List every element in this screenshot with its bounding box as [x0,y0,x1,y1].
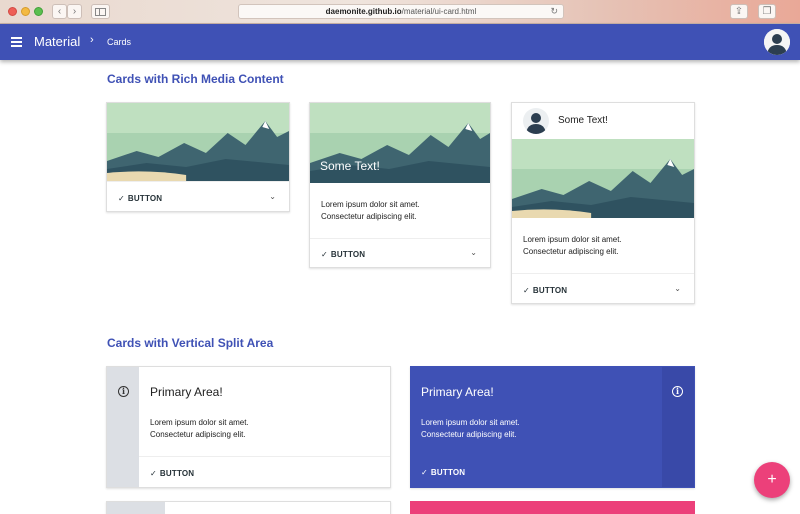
chevron-down-icon[interactable]: ⌄ [269,192,276,201]
share-icon: ⇪ [734,6,744,17]
url-path: /material/ui-card.html [401,7,477,16]
rich-media-card-3: Some Text! Lorem ipsum dolor sit amet. C… [511,102,695,304]
split-card-text: Lorem ipsum dolor sit amet. Consectetur … [421,418,520,439]
split-card-text: Lorem ipsum dolor sit amet. Consectetur … [150,418,249,439]
chevron-left-icon: ‹ [57,6,62,17]
minimize-window-button[interactable] [21,7,30,16]
card-button[interactable]: ✓ BUTTON [118,194,162,203]
check-icon: ✓ [150,469,157,478]
card-header-text: Some Text! [558,115,608,126]
info-icon[interactable]: i [118,386,129,397]
card-actions: ✓ BUTTON ⌄ [107,181,289,211]
tabs-icon: ❐ [762,6,772,17]
close-window-button[interactable] [8,7,17,16]
card-text: Lorem ipsum dolor sit amet. Consectetur … [523,235,622,256]
check-icon: ✓ [118,194,125,203]
card-actions: ✓ BUTTON [411,456,662,487]
back-button[interactable]: ‹ [52,4,67,19]
section-title-vertical-split: Cards with Vertical Split Area [107,336,274,350]
card-actions: ✓ BUTTON [139,456,390,487]
split-side-area [107,367,139,487]
chevron-down-icon[interactable]: ⌄ [674,284,681,293]
app-bar: Material › Cards [0,24,800,60]
rich-media-card-1: ✓ BUTTON ⌄ [106,102,290,212]
section-title-rich-media: Cards with Rich Media Content [107,72,284,86]
chevron-down-icon[interactable]: ⌄ [470,248,477,257]
zoom-window-button[interactable] [34,7,43,16]
menu-icon[interactable] [11,37,22,47]
breadcrumb-separator: › [90,34,94,46]
plus-icon: + [767,471,777,488]
card-image [512,139,694,218]
info-icon[interactable]: i [672,386,683,397]
chevron-right-icon: › [72,6,77,17]
sidebar-icon [95,8,106,16]
breadcrumb[interactable]: Cards [107,37,131,47]
card-text: Lorem ipsum dolor sit amet. Consectetur … [321,200,420,221]
user-icon [764,29,790,55]
add-fab-button[interactable]: + [754,462,790,498]
split-side-area [662,367,694,487]
card-actions: ✓ BUTTON ⌄ [512,273,694,303]
avatar [523,108,549,134]
split-card-next-accent [410,501,695,514]
rich-media-card-2: Some Text! Lorem ipsum dolor sit amet. C… [309,102,491,268]
split-card-light: i Primary Area! Lorem ipsum dolor sit am… [106,366,391,488]
share-button[interactable]: ⇪ [730,4,748,19]
card-actions: ✓ BUTTON ⌄ [310,238,490,267]
card-overlay-title: Some Text! [320,159,380,173]
card-button[interactable]: ✓ BUTTON [421,468,465,477]
url-host: daemonite.github.io [325,7,402,16]
split-card-primary: i Primary Area! Lorem ipsum dolor sit am… [410,366,695,488]
tabs-button[interactable]: ❐ [758,4,776,19]
browser-toolbar: ‹ › daemonite.github.io/material/ui-card… [0,0,800,24]
check-icon: ✓ [321,250,328,259]
user-icon [526,113,546,134]
card-image [107,103,289,181]
card-button[interactable]: ✓ BUTTON [321,250,365,259]
check-icon: ✓ [421,468,428,477]
card-button[interactable]: ✓ BUTTON [523,286,567,295]
check-icon: ✓ [523,286,530,295]
card-button[interactable]: ✓ BUTTON [150,469,194,478]
forward-button[interactable]: › [67,4,82,19]
avatar[interactable] [764,29,790,55]
split-card-title: Primary Area! [150,385,223,399]
split-card-next-light [106,501,391,514]
app-title[interactable]: Material [34,34,80,49]
address-bar[interactable]: daemonite.github.io/material/ui-card.htm… [238,4,564,19]
split-card-title: Primary Area! [421,385,494,399]
sidebar-toggle-button[interactable] [91,4,110,19]
reload-icon[interactable]: ↻ [550,5,558,18]
split-side-area [107,502,165,514]
